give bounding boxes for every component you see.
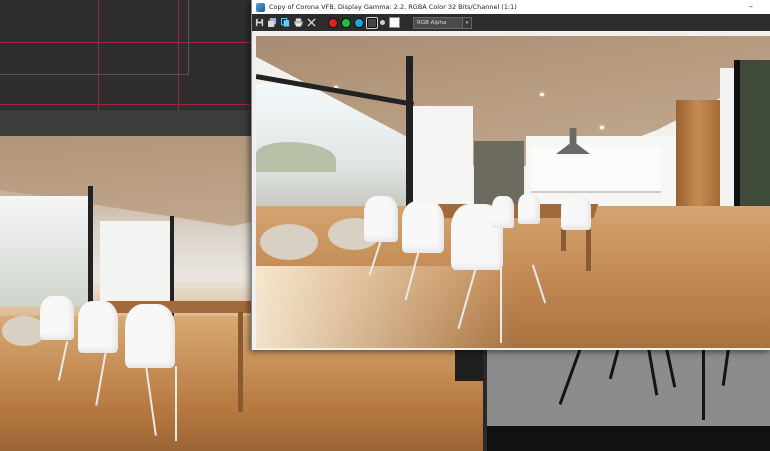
chair bbox=[561, 196, 591, 230]
render-column-wall bbox=[413, 106, 473, 216]
chair bbox=[518, 194, 540, 224]
chair-leg-wireframe bbox=[721, 348, 730, 386]
minimize-button[interactable]: – bbox=[745, 0, 757, 14]
chair-leg-wireframe bbox=[558, 348, 582, 405]
render-sunlight bbox=[256, 266, 516, 348]
chair bbox=[78, 301, 118, 353]
render-wall bbox=[100, 221, 170, 301]
green-channel-toggle[interactable] bbox=[341, 17, 351, 28]
chair bbox=[402, 201, 444, 253]
print-icon[interactable] bbox=[293, 17, 304, 28]
chair bbox=[125, 304, 175, 368]
ceiling-light bbox=[540, 93, 544, 96]
chair-leg-wireframe bbox=[647, 348, 659, 396]
save-icon[interactable] bbox=[254, 17, 265, 28]
window-title: Copy of Corona VFB, Display Gamma: 2.2, … bbox=[269, 3, 517, 11]
clear-icon[interactable] bbox=[306, 17, 317, 28]
alpha-channel-toggle[interactable] bbox=[366, 16, 378, 29]
title-bar[interactable]: Copy of Corona VFB, Display Gamma: 2.2, … bbox=[252, 0, 770, 14]
table-leg bbox=[238, 312, 243, 412]
chevron-down-icon: ▾ bbox=[462, 17, 471, 28]
chair-leg bbox=[500, 268, 502, 343]
blue-channel-toggle[interactable] bbox=[354, 17, 364, 28]
chair-leg bbox=[175, 366, 177, 441]
chair-leg-wireframe bbox=[702, 348, 705, 420]
render-canvas[interactable] bbox=[256, 36, 770, 348]
viewport-floor bbox=[487, 426, 770, 451]
chair bbox=[40, 296, 74, 340]
grid-line bbox=[0, 104, 252, 105]
channel-select[interactable]: RGB Alpha ▾ bbox=[413, 16, 472, 29]
chair-leg-wireframe bbox=[608, 348, 620, 380]
mono-channel-toggle[interactable] bbox=[380, 20, 385, 25]
channel-select-value: RGB Alpha bbox=[417, 19, 447, 26]
bottom-right-viewport[interactable] bbox=[487, 348, 770, 451]
viewport-frame bbox=[0, 0, 189, 75]
red-channel-toggle[interactable] bbox=[328, 17, 338, 28]
chair-leg-wireframe bbox=[665, 348, 677, 388]
chair bbox=[492, 196, 514, 228]
chair bbox=[364, 196, 398, 242]
top-viewport[interactable] bbox=[0, 0, 252, 110]
background-color-swatch[interactable] bbox=[389, 17, 400, 28]
beanbag bbox=[260, 224, 318, 260]
corona-vfb-window[interactable]: Copy of Corona VFB, Display Gamma: 2.2, … bbox=[251, 0, 770, 350]
render-trees bbox=[256, 142, 336, 172]
vfb-toolbar: RGB Alpha ▾ bbox=[252, 14, 770, 31]
save-all-icon[interactable] bbox=[267, 17, 278, 28]
ceiling-light bbox=[600, 126, 604, 129]
render-kitchen-cabinets bbox=[531, 146, 661, 193]
copy-icon[interactable] bbox=[280, 17, 291, 28]
corona-app-icon bbox=[256, 2, 265, 12]
viewport-separator bbox=[0, 110, 252, 136]
render-window bbox=[0, 196, 90, 306]
